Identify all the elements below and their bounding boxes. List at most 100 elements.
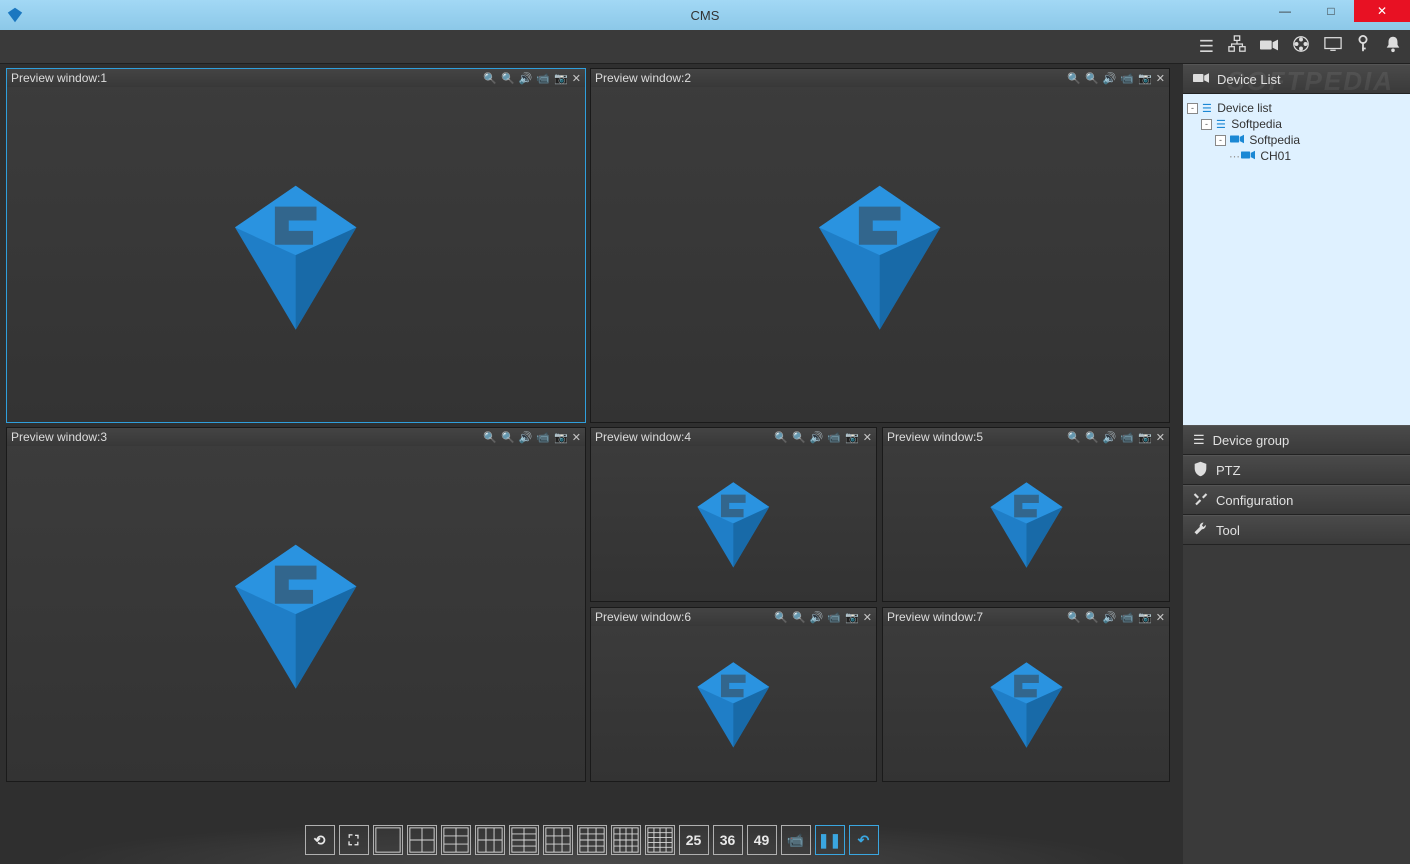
shield-icon <box>1193 461 1208 480</box>
sidebar-section-configuration[interactable]: Configuration <box>1183 485 1410 515</box>
key-icon[interactable] <box>1356 35 1370 58</box>
sidebar-section-tool[interactable]: Tool <box>1183 515 1410 545</box>
tree-toggle-icon[interactable]: - <box>1187 103 1198 114</box>
sidebar-section-label: Configuration <box>1216 493 1293 508</box>
layout-20[interactable] <box>645 825 675 855</box>
placeholder-logo-icon <box>793 165 966 343</box>
record-icon[interactable]: 📹 <box>1120 611 1134 624</box>
zoom-in-icon[interactable]: 🔍 <box>1067 611 1081 624</box>
pane-title: Preview window:7 <box>887 610 1063 624</box>
zoom-out-icon[interactable]: 🔍 <box>501 431 515 444</box>
pane-body <box>591 87 1169 422</box>
tree-item[interactable]: - Softpedia <box>1187 132 1406 148</box>
zoom-out-icon[interactable]: 🔍 <box>1085 72 1099 85</box>
layout-16[interactable] <box>611 825 641 855</box>
layout-1[interactable] <box>373 825 403 855</box>
snapshot-icon[interactable]: 📷 <box>845 611 859 624</box>
fullscreen-icon[interactable]: ⛶ <box>339 825 369 855</box>
pane-body <box>7 446 585 781</box>
record-icon[interactable]: 📹 <box>536 431 550 444</box>
volume-icon[interactable]: 🔊 <box>1103 431 1117 444</box>
snapshot-icon[interactable]: 📷 <box>554 431 568 444</box>
preview-pane-5[interactable]: Preview window:5🔍🔍🔊📹📷✕ <box>882 427 1170 602</box>
sidebar-section-device-group[interactable]: ☰ Device group <box>1183 425 1410 455</box>
zoom-in-icon[interactable]: 🔍 <box>1067 431 1081 444</box>
volume-icon[interactable]: 🔊 <box>519 431 533 444</box>
preview-pane-6[interactable]: Preview window:6🔍🔍🔊📹📷✕ <box>590 607 877 782</box>
device-tree[interactable]: -☰ Device list-☰ Softpedia- Softpedia⋯ C… <box>1183 94 1410 425</box>
preview-pane-1[interactable]: Preview window:1🔍🔍🔊📹📷✕ <box>6 68 586 423</box>
zoom-in-icon[interactable]: 🔍 <box>774 611 788 624</box>
zoom-out-icon[interactable]: 🔍 <box>792 431 806 444</box>
record-icon[interactable]: 📹 <box>536 72 550 85</box>
layout-25[interactable]: 25 <box>679 825 709 855</box>
snapshot-icon[interactable]: 📷 <box>845 431 859 444</box>
bell-icon[interactable] <box>1384 35 1402 58</box>
snapshot-icon[interactable]: 📷 <box>554 72 568 85</box>
tree-item-label: Softpedia <box>1246 133 1300 147</box>
zoom-out-icon[interactable]: 🔍 <box>501 72 515 85</box>
zoom-out-icon[interactable]: 🔍 <box>1085 431 1099 444</box>
record-icon[interactable]: 📹 <box>827 611 841 624</box>
zoom-in-icon[interactable]: 🔍 <box>774 431 788 444</box>
close-icon[interactable]: ✕ <box>863 611 872 624</box>
layout-12[interactable] <box>577 825 607 855</box>
layout-9[interactable] <box>543 825 573 855</box>
zoom-in-icon[interactable]: 🔍 <box>483 431 497 444</box>
jump-record-icon[interactable]: 📹 <box>781 825 811 855</box>
maximize-button[interactable]: □ <box>1308 0 1354 22</box>
close-icon[interactable]: ✕ <box>863 431 872 444</box>
reel-icon[interactable] <box>1292 35 1310 58</box>
record-icon[interactable]: 📹 <box>827 431 841 444</box>
cycle-icon[interactable]: ⟲ <box>305 825 335 855</box>
tree-item[interactable]: ⋯ CH01 <box>1187 148 1406 164</box>
list-icon[interactable]: ☰ <box>1199 37 1214 57</box>
monitor-icon[interactable] <box>1324 36 1342 57</box>
preview-pane-2[interactable]: Preview window:2🔍🔍🔊📹📷✕ <box>590 68 1170 423</box>
sidebar-section-device-list[interactable]: Device List <box>1183 64 1410 94</box>
record-icon[interactable]: 📹 <box>1120 72 1134 85</box>
zoom-out-icon[interactable]: 🔍 <box>1085 611 1099 624</box>
zoom-out-icon[interactable]: 🔍 <box>792 611 806 624</box>
tree-toggle-icon[interactable]: - <box>1201 119 1212 130</box>
close-icon[interactable]: ✕ <box>1156 72 1165 85</box>
close-icon[interactable]: ✕ <box>572 431 581 444</box>
snapshot-icon[interactable]: 📷 <box>1138 72 1152 85</box>
undo-icon[interactable]: ↶ <box>849 825 879 855</box>
layout-8[interactable] <box>509 825 539 855</box>
layout-36[interactable]: 36 <box>713 825 743 855</box>
layout-49[interactable]: 49 <box>747 825 777 855</box>
volume-icon[interactable]: 🔊 <box>1103 611 1117 624</box>
close-button[interactable]: ✕ <box>1354 0 1410 22</box>
close-icon[interactable]: ✕ <box>572 72 581 85</box>
layout-4[interactable] <box>407 825 437 855</box>
videocam-icon[interactable] <box>1260 37 1278 57</box>
volume-icon[interactable]: 🔊 <box>1103 72 1117 85</box>
pause-icon[interactable]: ❚❚ <box>815 825 845 855</box>
volume-icon[interactable]: 🔊 <box>810 431 824 444</box>
snapshot-icon[interactable]: 📷 <box>1138 611 1152 624</box>
sidebar: Device List -☰ Device list-☰ Softpedia- … <box>1183 64 1410 864</box>
close-icon[interactable]: ✕ <box>1156 431 1165 444</box>
layout-6a[interactable] <box>441 825 471 855</box>
pane-title: Preview window:4 <box>595 430 770 444</box>
tree-toggle-icon[interactable]: - <box>1215 135 1226 146</box>
snapshot-icon[interactable]: 📷 <box>1138 431 1152 444</box>
pane-header: Preview window:3 🔍 🔍 🔊📹 📷 ✕ <box>7 428 585 446</box>
tree-item[interactable]: -☰ Softpedia <box>1187 116 1406 132</box>
zoom-in-icon[interactable]: 🔍 <box>483 72 497 85</box>
minimize-button[interactable]: — <box>1262 0 1308 22</box>
preview-pane-4[interactable]: Preview window:4 🔍 🔍 🔊📹 📷 ✕ <box>590 427 877 602</box>
sidebar-section-ptz[interactable]: PTZ <box>1183 455 1410 485</box>
preview-pane-3[interactable]: Preview window:3 🔍 🔍 🔊📹 📷 ✕ <box>6 427 586 782</box>
preview-pane-7[interactable]: Preview window:7 🔍 🔍 🔊📹 📷 ✕ <box>882 607 1170 782</box>
network-icon[interactable] <box>1228 35 1246 58</box>
layout-6b[interactable] <box>475 825 505 855</box>
record-icon[interactable]: 📹 <box>1120 431 1134 444</box>
volume-icon[interactable]: 🔊 <box>519 72 533 85</box>
pane-title: Preview window:3 <box>11 430 479 444</box>
close-icon[interactable]: ✕ <box>1156 611 1165 624</box>
tree-item[interactable]: -☰ Device list <box>1187 100 1406 116</box>
volume-icon[interactable]: 🔊 <box>810 611 824 624</box>
zoom-in-icon[interactable]: 🔍 <box>1067 72 1081 85</box>
